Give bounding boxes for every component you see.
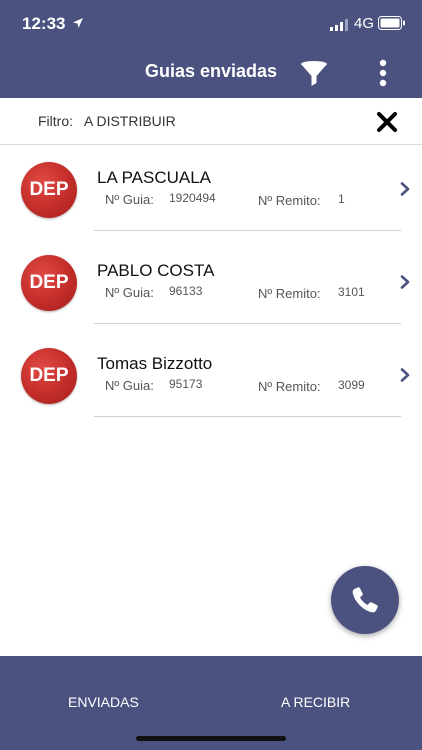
- item-name: Tomas Bizzotto: [97, 354, 213, 373]
- filter-bar: Filtro: A DISTRIBUIR: [0, 98, 422, 145]
- remito-number: 3101: [338, 285, 365, 299]
- guia-number: 96133: [169, 284, 203, 298]
- filter-label: Filtro:: [38, 113, 73, 129]
- tab-enviadas[interactable]: ENVIADAS: [68, 694, 139, 710]
- signal-bars-icon: [330, 18, 350, 36]
- list-item[interactable]: DEP PABLO COSTA Nº Guia: 96133 Nº Remito…: [0, 237, 422, 330]
- chevron-right-icon: [400, 182, 410, 196]
- dep-badge: DEP: [21, 255, 77, 311]
- list-item[interactable]: DEP Tomas Bizzotto Nº Guia: 95173 Nº Rem…: [0, 330, 422, 423]
- guias-list: DEP LA PASCUALA Nº Guia: 1920494 Nº Remi…: [0, 144, 422, 423]
- location-arrow-icon: [72, 16, 84, 34]
- remito-label: Nº Remito:: [258, 193, 321, 208]
- filter-icon[interactable]: [298, 58, 330, 90]
- guia-number: 1920494: [169, 191, 216, 205]
- item-name: LA PASCUALA: [97, 168, 212, 187]
- remito-label: Nº Remito:: [258, 379, 321, 394]
- dep-badge: DEP: [21, 162, 77, 218]
- filter-value: A DISTRIBUIR: [84, 113, 176, 129]
- guia-label: Nº Guia:: [105, 285, 154, 300]
- chevron-right-icon: [400, 368, 410, 382]
- home-indicator: [136, 736, 286, 741]
- guia-number: 95173: [169, 377, 203, 391]
- dep-badge: DEP: [21, 348, 77, 404]
- chevron-right-icon: [400, 275, 410, 289]
- item-name: PABLO COSTA: [97, 261, 215, 280]
- divider: [94, 416, 401, 417]
- status-bar: 12:33 4G: [0, 0, 422, 48]
- app-header: 12:33 4G Guias enviadas: [0, 0, 422, 98]
- network-type: 4G: [354, 15, 375, 32]
- more-vertical-icon[interactable]: [374, 58, 392, 90]
- call-button[interactable]: [331, 566, 399, 634]
- remito-label: Nº Remito:: [258, 286, 321, 301]
- guia-label: Nº Guia:: [105, 192, 154, 207]
- status-time: 12:33: [22, 14, 66, 33]
- remito-number: 1: [338, 192, 345, 206]
- close-icon[interactable]: [376, 111, 398, 133]
- phone-icon: [352, 587, 378, 613]
- battery-icon: [378, 16, 406, 35]
- list-item[interactable]: DEP LA PASCUALA Nº Guia: 1920494 Nº Remi…: [0, 144, 422, 237]
- page-title: Guias enviadas: [144, 61, 278, 81]
- divider: [94, 230, 401, 231]
- remito-number: 3099: [338, 378, 365, 392]
- guia-label: Nº Guia:: [105, 378, 154, 393]
- divider: [94, 323, 401, 324]
- tab-a-recibir[interactable]: A RECIBIR: [281, 694, 350, 710]
